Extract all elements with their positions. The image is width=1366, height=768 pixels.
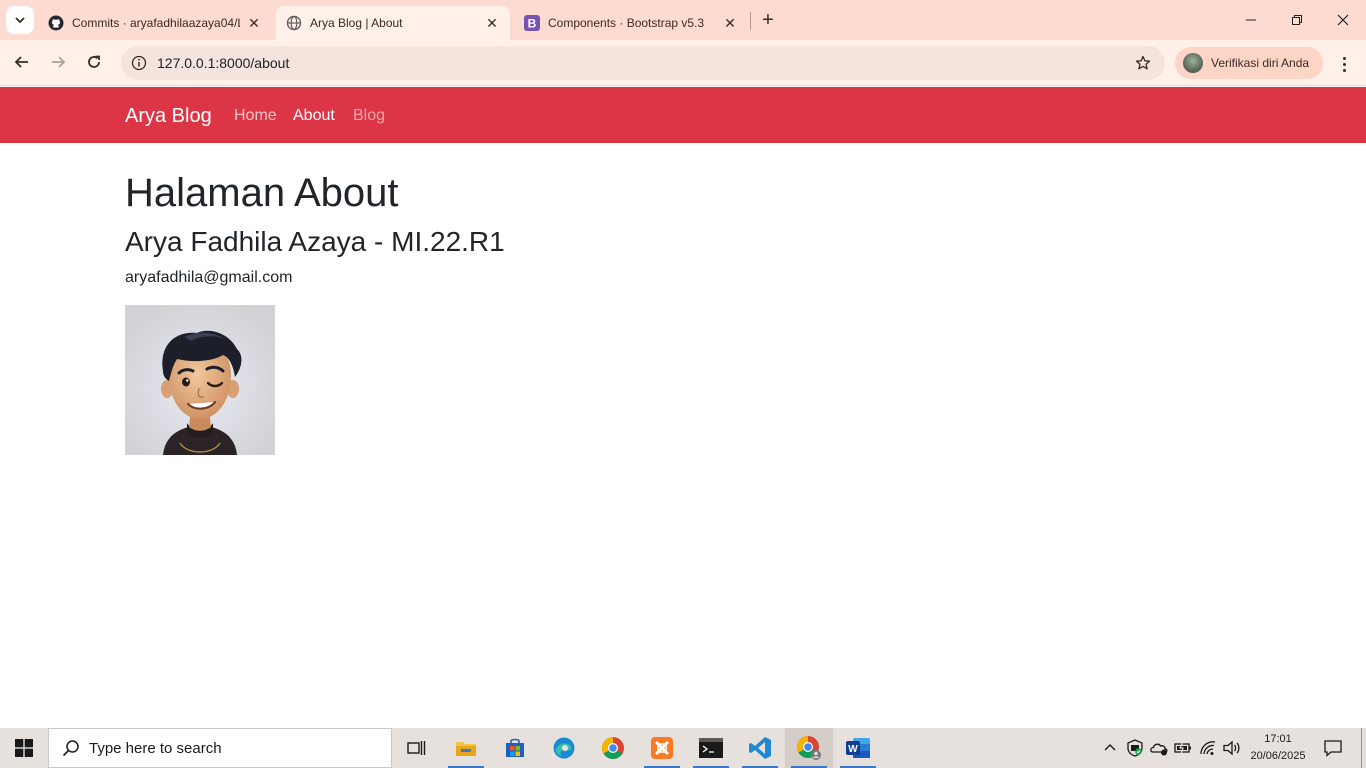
edge-icon <box>553 737 575 759</box>
restore-button[interactable] <box>1274 0 1320 40</box>
reload-icon <box>88 55 100 68</box>
start-button[interactable] <box>0 728 48 768</box>
tray-security[interactable] <box>1124 728 1146 768</box>
restore-icon <box>1292 15 1302 25</box>
tab-separator <box>750 12 751 30</box>
windows-taskbar: Type here to search W 17:01 20/06/2025 <box>0 728 1366 768</box>
tab-github-commits[interactable]: Commits · aryafadhilaazaya04/L ✕ <box>38 6 272 40</box>
search-placeholder: Type here to search <box>89 739 222 757</box>
reload-button[interactable] <box>80 48 108 76</box>
taskbar-xampp[interactable] <box>638 728 686 768</box>
forward-button[interactable] <box>44 48 72 76</box>
tab-title: Commits · aryafadhilaazaya04/L <box>72 16 240 30</box>
minimize-icon <box>1246 19 1256 21</box>
windows-logo-icon <box>15 739 33 757</box>
profile-photo <box>125 305 275 455</box>
taskbar-chrome-active[interactable] <box>785 728 833 768</box>
chrome-icon <box>602 737 624 759</box>
svg-text:W: W <box>848 744 858 755</box>
tray-volume[interactable] <box>1220 728 1244 768</box>
profile-chip-label: Verifikasi diri Anda <box>1211 56 1310 70</box>
close-icon[interactable]: ✕ <box>484 15 500 31</box>
chevron-up-icon <box>1104 744 1116 751</box>
close-icon <box>1337 14 1349 26</box>
notification-center-button[interactable] <box>1318 728 1348 768</box>
taskbar-vscode[interactable] <box>736 728 784 768</box>
clock-time: 17:01 <box>1264 733 1292 745</box>
taskbar-file-explorer[interactable] <box>442 728 490 768</box>
menu-dot <box>1342 68 1346 72</box>
minimize-button[interactable] <box>1228 0 1274 40</box>
shield-icon <box>1127 739 1143 757</box>
close-window-button[interactable] <box>1320 0 1366 40</box>
site-brand[interactable]: Arya Blog <box>125 105 212 128</box>
browser-menu-button[interactable] <box>1332 52 1356 76</box>
xampp-icon <box>651 737 673 759</box>
tab-title: Components · Bootstrap v5.3 <box>548 16 705 30</box>
tab-title: Arya Blog | About <box>310 16 403 30</box>
svg-text:B: B <box>528 17 537 31</box>
close-icon[interactable]: ✕ <box>722 15 738 31</box>
author-name: Arya Fadhila Azaya - MI.22.R1 <box>125 226 505 257</box>
taskbar-microsoft-store[interactable] <box>491 728 539 768</box>
new-tab-button[interactable]: + <box>758 9 778 31</box>
site-navbar: Arya Blog Home About Blog <box>0 87 1366 143</box>
globe-icon <box>286 15 302 31</box>
tray-onedrive[interactable] <box>1148 728 1170 768</box>
page-title: Halaman About <box>125 171 399 215</box>
taskbar-edge[interactable] <box>540 728 588 768</box>
tray-show-hidden[interactable] <box>1100 728 1120 768</box>
onedrive-icon <box>1150 743 1168 756</box>
taskbar-terminal[interactable] <box>687 728 735 768</box>
terminal-icon <box>699 738 723 758</box>
file-explorer-icon <box>456 742 476 756</box>
word-icon: W <box>846 738 870 758</box>
tab-arya-blog-about[interactable]: Arya Blog | About ✕ <box>276 6 510 40</box>
bookmark-star-icon[interactable] <box>1133 53 1153 73</box>
tab-bootstrap-components[interactable]: B Components · Bootstrap v5.3 ✕ <box>514 6 748 40</box>
site-info-icon[interactable] <box>129 53 149 73</box>
nav-link-about[interactable]: About <box>293 107 335 125</box>
taskbar-clock[interactable]: 17:01 20/06/2025 <box>1246 731 1310 765</box>
search-icon <box>61 738 81 758</box>
github-icon <box>48 15 64 31</box>
profile-avatar-icon <box>1183 53 1203 73</box>
clock-date: 20/06/2025 <box>1250 750 1306 762</box>
arrow-right-icon <box>52 56 66 68</box>
show-desktop-button[interactable] <box>1361 728 1362 768</box>
menu-dot <box>1342 56 1346 60</box>
taskbar-search-box[interactable]: Type here to search <box>48 728 392 768</box>
battery-icon <box>1174 741 1191 755</box>
browser-tabstrip: Commits · aryafadhilaazaya04/L ✕ Arya Bl… <box>0 0 1366 40</box>
notification-icon <box>1324 740 1342 757</box>
chevron-down-icon <box>15 17 25 24</box>
taskbar-chrome[interactable] <box>589 728 637 768</box>
author-email: aryafadhila@gmail.com <box>125 269 293 286</box>
chrome-icon <box>797 736 821 760</box>
nav-link-blog[interactable]: Blog <box>353 107 385 125</box>
tab-search-button[interactable] <box>6 6 34 34</box>
arrow-left-icon <box>14 56 28 68</box>
nav-link-home[interactable]: Home <box>234 107 277 125</box>
taskbar-word[interactable]: W <box>834 728 882 768</box>
bootstrap-icon: B <box>524 15 540 31</box>
microsoft-store-icon <box>506 738 524 757</box>
back-button[interactable] <box>8 48 36 76</box>
browser-toolbar: 127.0.0.1:8000/about Verifikasi diri And… <box>0 40 1366 86</box>
vscode-icon <box>749 737 771 759</box>
url-text[interactable]: 127.0.0.1:8000/about <box>157 55 289 71</box>
volume-icon <box>1223 740 1240 756</box>
task-view-icon <box>407 741 426 755</box>
menu-dot <box>1342 62 1346 66</box>
address-bar[interactable]: 127.0.0.1:8000/about <box>121 46 1165 80</box>
tray-network[interactable] <box>1196 728 1220 768</box>
close-icon[interactable]: ✕ <box>246 15 262 31</box>
tray-battery[interactable] <box>1172 728 1194 768</box>
profile-verify-chip[interactable]: Verifikasi diri Anda <box>1175 47 1323 79</box>
wifi-icon <box>1200 741 1216 755</box>
task-view-button[interactable] <box>392 728 440 768</box>
